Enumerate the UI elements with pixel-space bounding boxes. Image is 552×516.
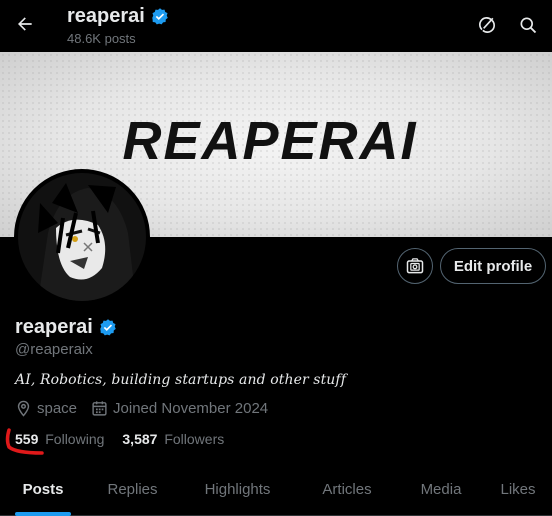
tab-posts-label: Posts bbox=[22, 480, 64, 498]
profile-stats: 559 Following 3,587 Followers bbox=[15, 431, 242, 447]
header-posts-count: 48.6K posts bbox=[67, 31, 136, 46]
back-button[interactable] bbox=[8, 7, 42, 41]
verified-badge-icon bbox=[152, 7, 168, 24]
profile-name: reaperai bbox=[15, 316, 93, 338]
location-icon bbox=[17, 400, 30, 417]
tab-media[interactable]: Media bbox=[398, 462, 484, 516]
camera-icon bbox=[406, 258, 424, 274]
arrow-left-icon bbox=[18, 17, 32, 31]
joined-item: Joined November 2024 bbox=[91, 400, 268, 417]
tab-replies-label: Replies bbox=[107, 480, 158, 498]
verified-badge-icon[interactable] bbox=[98, 318, 118, 338]
followers-label: Followers bbox=[164, 431, 225, 447]
tab-articles-label: Articles bbox=[322, 480, 372, 498]
banner-logo-text: REAPERAI bbox=[122, 111, 417, 171]
active-tab-indicator bbox=[15, 512, 71, 516]
profile-meta: space Joined November 2024 bbox=[15, 400, 282, 417]
following-label: Following bbox=[45, 431, 105, 447]
tab-highlights[interactable]: Highlights bbox=[179, 462, 296, 516]
tab-likes-label: Likes bbox=[500, 480, 536, 498]
tab-media-label: Media bbox=[420, 480, 462, 498]
camera-button[interactable] bbox=[397, 248, 433, 284]
top-bar: reaperai 48.6K posts bbox=[0, 0, 552, 52]
profile-handle: @reaperaix bbox=[15, 341, 93, 358]
joined-text: Joined November 2024 bbox=[113, 400, 269, 417]
grok-icon bbox=[479, 17, 495, 33]
profile-tabs: Posts Replies Highlights Articles Media … bbox=[0, 462, 552, 516]
banner-logo: REAPERAI bbox=[122, 111, 417, 171]
tab-posts[interactable]: Posts bbox=[0, 462, 86, 516]
profile-bio: AI, Robotics, building startups and othe… bbox=[15, 372, 346, 388]
tab-highlights-label: Highlights bbox=[204, 480, 271, 498]
grok-button[interactable] bbox=[470, 8, 504, 42]
profile-name-row: reaperai bbox=[15, 316, 118, 339]
following-link[interactable]: 559 Following bbox=[15, 431, 104, 447]
followers-count: 3,587 bbox=[122, 431, 158, 447]
location-text: space bbox=[37, 400, 78, 417]
following-count: 559 bbox=[15, 431, 39, 447]
calendar-icon bbox=[92, 401, 107, 416]
search-icon bbox=[520, 17, 537, 34]
followers-link[interactable]: 3,587 Followers bbox=[122, 431, 224, 447]
tab-replies[interactable]: Replies bbox=[86, 462, 179, 516]
search-button[interactable] bbox=[511, 8, 545, 42]
avatar[interactable] bbox=[14, 169, 150, 305]
header-name: reaperai bbox=[67, 5, 145, 27]
header-title: reaperai bbox=[67, 5, 170, 28]
tab-likes[interactable]: Likes bbox=[484, 462, 552, 516]
edit-profile-button[interactable]: Edit profile bbox=[440, 248, 546, 284]
avatar-image bbox=[18, 173, 146, 301]
location-item: space bbox=[15, 400, 77, 417]
tab-articles[interactable]: Articles bbox=[296, 462, 398, 516]
